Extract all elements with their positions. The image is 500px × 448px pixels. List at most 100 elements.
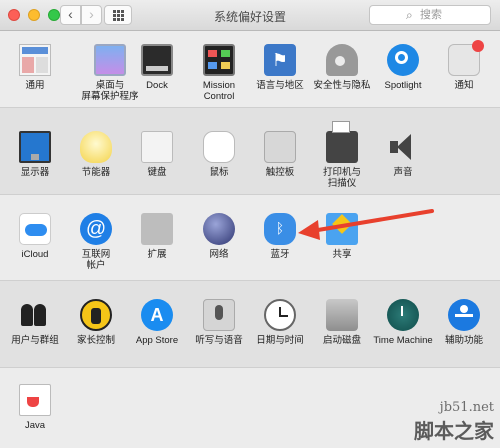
pane-general[interactable]: 通用	[2, 44, 68, 91]
dictation-speech-icon	[203, 299, 235, 331]
pane-label: Java	[24, 420, 46, 431]
close-window-button[interactable]	[8, 9, 20, 21]
pane-label: 鼠标	[209, 167, 229, 178]
users-groups-icon	[19, 299, 51, 331]
network-icon	[203, 213, 235, 245]
pane-label: 听写与语音	[195, 335, 243, 346]
sound-icon	[387, 131, 419, 163]
general-icon	[19, 44, 51, 76]
keyboard-icon	[141, 131, 173, 163]
pane-java[interactable]: Java	[2, 384, 68, 431]
pane-label: 用户与群组	[11, 335, 59, 346]
pane-language-region[interactable]: ⚑ 语言与地区	[247, 44, 313, 91]
pane-label: 网络	[209, 249, 229, 260]
pane-label: 通用	[25, 80, 45, 91]
show-all-button[interactable]	[104, 5, 132, 25]
dock-icon	[141, 44, 173, 76]
pane-mission-control[interactable]: Mission Control	[186, 44, 252, 102]
pane-security-privacy[interactable]: 安全性与隐私	[309, 44, 375, 91]
pane-displays[interactable]: 显示器	[2, 131, 68, 178]
window-title: 系统偏好设置	[213, 10, 286, 24]
personal-section: 通用 桌面与 屏幕保护程序 Dock Mission Control ⚑ 语言与…	[0, 32, 500, 106]
pane-icloud[interactable]: iCloud	[2, 213, 68, 260]
pane-date-time[interactable]: 日期与时间	[247, 299, 313, 346]
pane-label: App Store	[135, 335, 179, 346]
pane-network[interactable]: 网络	[186, 213, 252, 260]
pane-accessibility[interactable]: 辅助功能	[431, 299, 497, 346]
pane-dictation-speech[interactable]: 听写与语音	[186, 299, 252, 346]
language-region-icon: ⚑	[264, 44, 296, 76]
pane-label: 安全性与隐私	[313, 80, 371, 91]
pane-printers-scanners[interactable]: 打印机与 扫描仪	[309, 121, 375, 189]
zoom-window-button[interactable]	[48, 9, 60, 21]
mouse-icon	[203, 131, 235, 163]
window-titlebar: ‹ › 系统偏好设置 ⌕	[0, 0, 500, 31]
pane-label: 互联网 帐户	[81, 249, 111, 271]
security-privacy-icon	[326, 44, 358, 76]
pane-dock[interactable]: Dock	[124, 44, 190, 91]
displays-icon	[19, 131, 51, 163]
time-machine-icon	[387, 299, 419, 331]
pane-keyboard[interactable]: 键盘	[124, 131, 190, 178]
pane-bluetooth[interactable]: ᛒ 蓝牙	[247, 213, 313, 260]
pane-mouse[interactable]: 鼠标	[186, 131, 252, 178]
pane-parental-controls[interactable]: 家长控制	[63, 299, 129, 346]
pane-spotlight[interactable]: Spotlight	[370, 44, 436, 91]
startup-disk-icon	[326, 299, 358, 331]
search-input[interactable]	[420, 8, 486, 22]
pane-sound[interactable]: 声音	[370, 131, 436, 178]
minimize-window-button[interactable]	[28, 9, 40, 21]
date-time-icon	[264, 299, 296, 331]
trackpad-icon	[264, 131, 296, 163]
system-section: 用户与群组 家长控制 A App Store 听写与语音 日期与时间 启动磁盘 …	[0, 280, 500, 367]
pane-label: 家长控制	[76, 335, 115, 346]
pane-trackpad[interactable]: 触控板	[247, 131, 313, 178]
back-button[interactable]: ‹	[60, 5, 81, 25]
hardware-section: 显示器 节能器 键盘 鼠标 触控板 打印机与 扫描仪 声音	[0, 107, 500, 194]
pane-app-store[interactable]: A App Store	[124, 299, 190, 346]
pane-label: iCloud	[21, 249, 49, 260]
chevron-right-icon: ›	[89, 6, 94, 22]
site-watermark: jb51.net 脚本之家	[414, 400, 494, 444]
pane-label: 辅助功能	[444, 335, 483, 346]
pane-time-machine[interactable]: Time Machine	[370, 299, 436, 346]
accessibility-icon	[448, 299, 480, 331]
pane-label: 启动磁盘	[322, 335, 361, 346]
icloud-icon	[19, 213, 51, 245]
pane-startup-disk[interactable]: 启动磁盘	[309, 299, 375, 346]
internet-section: iCloud @ 互联网 帐户 扩展 网络 ᛒ 蓝牙 共享	[0, 194, 500, 280]
energy-saver-icon	[80, 131, 112, 163]
watermark-domain: jb51.net	[439, 400, 494, 415]
pane-label: 扩展	[147, 249, 167, 260]
bluetooth-icon: ᛒ	[264, 213, 296, 245]
pane-notifications[interactable]: 通知	[431, 40, 497, 91]
spotlight-icon	[387, 44, 419, 76]
java-icon	[19, 384, 51, 416]
forward-button[interactable]: ›	[81, 5, 102, 25]
mission-control-icon	[203, 44, 235, 76]
pane-internet-accounts[interactable]: @ 互联网 帐户	[63, 213, 129, 271]
search-field[interactable]: ⌕	[369, 5, 491, 25]
pane-label: 日期与时间	[256, 335, 304, 346]
pane-label: 显示器	[20, 167, 50, 178]
pane-label: 触控板	[265, 167, 295, 178]
pane-energy-saver[interactable]: 节能器	[63, 131, 129, 178]
printers-scanners-icon	[326, 121, 358, 163]
pane-label: Spotlight	[384, 80, 422, 91]
pane-label: Time Machine	[373, 335, 433, 346]
pane-sharing[interactable]: 共享	[309, 213, 375, 260]
pane-label: 声音	[393, 167, 413, 178]
pane-label: 蓝牙	[270, 249, 290, 260]
search-icon: ⌕	[406, 8, 413, 22]
desktop-screensaver-icon	[94, 44, 126, 76]
app-store-icon: A	[141, 299, 173, 331]
pane-extensions[interactable]: 扩展	[124, 213, 190, 260]
pane-users-groups[interactable]: 用户与群组	[2, 299, 68, 346]
pane-label: 节能器	[81, 167, 111, 178]
pane-label: 共享	[332, 249, 352, 260]
pane-label: Dock	[146, 80, 168, 91]
pane-label: Mission Control	[202, 80, 236, 102]
chevron-left-icon: ‹	[68, 6, 73, 22]
sharing-icon	[326, 213, 358, 245]
notifications-icon	[448, 40, 484, 76]
